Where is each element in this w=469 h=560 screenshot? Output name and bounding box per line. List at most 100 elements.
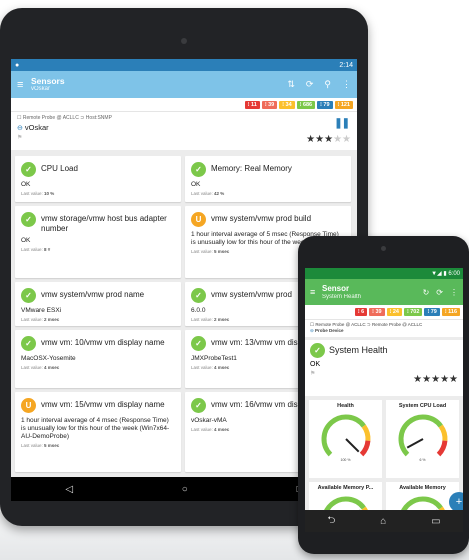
badge-count: 11 <box>251 102 257 108</box>
tablet-appbar-title: Sensors <box>31 75 65 86</box>
sensor-last-value: Last value: 10 % <box>21 191 175 196</box>
phone-appbar-title: Sensor <box>322 283 350 293</box>
phone-priority-stars[interactable]: ★★★★★ <box>413 374 458 385</box>
status-badge[interactable]: ⁝ 39 <box>369 308 385 316</box>
badge-count: 702 <box>410 309 420 315</box>
refresh-icon[interactable]: ⟳ <box>306 79 314 90</box>
star-filled-icon[interactable]: ★ <box>422 374 431 385</box>
phone-overflow-icon[interactable]: ⋮ <box>450 288 458 297</box>
ok-status-icon: ✓ <box>21 336 36 351</box>
last-value-label: Last value: <box>21 247 43 253</box>
gauge-value: 100 % <box>340 457 351 462</box>
status-badge[interactable]: ⁝ 11 <box>244 101 260 109</box>
phone-home-icon[interactable]: ⌂ <box>380 516 386 527</box>
last-value-label: Last value: <box>21 317 43 323</box>
device-name: vOskar <box>24 123 49 132</box>
overflow-menu-icon[interactable]: ⋮ <box>342 79 351 90</box>
phone-crumb-probe[interactable]: Remote Probe @ ACLLC <box>315 322 365 327</box>
phone-recents-icon[interactable]: ▭ <box>431 516 440 527</box>
sensor-last-value: Last value: 4 msec <box>21 365 175 370</box>
status-badge[interactable]: ⁝ 24 <box>386 308 402 316</box>
phone-camera <box>381 246 386 251</box>
phone-sensor-name-row: ✓ System Health <box>310 342 458 358</box>
gauge-dial <box>398 414 447 457</box>
sensor-card[interactable]: ✓ Memory: Real Memory OK Last value: 42 % <box>185 156 351 202</box>
sensor-last-value: Last value: 42 % <box>191 191 345 196</box>
gauge-card[interactable]: Health 100 % <box>309 399 382 478</box>
last-value: 4 msec <box>44 365 60 371</box>
gauge-card[interactable]: System CPU Load 6 % <box>386 399 459 478</box>
sensor-title: vmw vm: 10/vmw vm display name <box>41 338 165 347</box>
star-filled-icon[interactable]: ★ <box>324 134 333 145</box>
unusual-status-icon: U <box>21 398 36 413</box>
star-filled-icon[interactable]: ★ <box>440 374 449 385</box>
last-value: 2 msec <box>214 317 230 323</box>
phone-probe2-icon: ⊃ <box>366 322 371 327</box>
device-header: ☐ Remote Probe @ ACLLC ⊃ Host:SNMP ⊖ vOs… <box>11 111 357 150</box>
last-value-label: Last value: <box>191 317 213 323</box>
phone-nav-bar: ⮌ ⌂ ▭ <box>305 510 463 532</box>
sensor-card-header: Uvmw system/vmw prod build <box>191 212 345 227</box>
sensor-status: OK <box>21 181 31 188</box>
gauge-value: 6 % <box>419 457 426 462</box>
phone-back-icon[interactable]: ⮌ <box>327 513 335 530</box>
signal-icon: ▼◢ ▮ <box>431 271 449 277</box>
star-empty-icon[interactable]: ★ <box>342 134 351 145</box>
star-filled-icon[interactable]: ★ <box>413 374 422 385</box>
priority-stars[interactable]: ★★★★★ <box>306 134 351 145</box>
ok-status-icon: ✓ <box>191 288 206 303</box>
sensor-card[interactable]: ✓ CPU Load OK Last value: 10 % <box>15 156 181 202</box>
sensor-card[interactable]: ✓ vmw storage/vmw host bus adapter number… <box>15 206 181 278</box>
phone-crumb-probe2[interactable]: Remote Probe @ ACLLC <box>372 322 422 327</box>
status-badge[interactable]: ⁝ 6 <box>354 308 368 316</box>
menu-icon[interactable]: ≡ <box>17 79 31 91</box>
status-badge[interactable]: ⁝ 79 <box>424 308 440 316</box>
status-badge[interactable]: ⁝ 702 <box>403 308 423 316</box>
gauge-label: System CPU Load <box>398 402 447 409</box>
gauge-arc <box>398 414 443 457</box>
star-filled-icon[interactable]: ★ <box>306 134 315 145</box>
sensor-card[interactable]: ✓ vmw vm: 10/vmw vm display name MacOSX-Yo… <box>15 330 181 388</box>
star-filled-icon[interactable]: ★ <box>315 134 324 145</box>
phone-app-bar: ≡ Sensor System Health ↻ ⟳ ⋮ <box>305 279 463 305</box>
phone-history-icon[interactable]: ↻ <box>423 288 430 297</box>
fab-add-button[interactable]: + <box>449 492 463 512</box>
gauge-needle <box>406 437 423 449</box>
tablet-app-bar: ≡ Sensors vOskar ⇅ ⟳ ⚲ ⋮ <box>11 71 357 98</box>
host-icon: ⊃ <box>80 115 85 121</box>
back-icon[interactable]: ◁ <box>65 484 73 495</box>
ok-status-icon: ✓ <box>21 288 36 303</box>
sensor-card[interactable]: ✓ vmw system/vmw prod name VMware ESXi Last… <box>15 282 181 326</box>
sensor-title: CPU Load <box>41 164 78 173</box>
search-icon[interactable]: ⚲ <box>324 79 331 90</box>
notification-icon: ● <box>15 61 20 69</box>
breadcrumb-host[interactable]: Host:SNMP <box>86 115 112 121</box>
last-value: 5 msec <box>214 249 230 255</box>
phone-crumb-device[interactable]: Probe Device <box>315 328 344 333</box>
phone-probe-icon: ☐ <box>310 322 315 327</box>
phone-status-badges: ⁝ 6 ⁝ 39 ⁝ 24 ⁝ 702 ⁝ 79 ⁝ 116 <box>305 305 463 319</box>
gauge-arc <box>359 440 370 457</box>
gauge-needle <box>344 437 359 453</box>
star-filled-icon[interactable]: ★ <box>431 374 440 385</box>
star-empty-icon[interactable]: ★ <box>333 134 342 145</box>
flag-icon[interactable]: ⚑ <box>17 134 351 141</box>
last-value: 4 msec <box>214 427 230 433</box>
status-badge[interactable]: ⁝ 34 <box>279 101 295 109</box>
status-badge[interactable]: ⁝ 686 <box>296 101 316 109</box>
home-icon[interactable]: ○ <box>182 484 188 495</box>
star-filled-icon[interactable]: ★ <box>449 374 458 385</box>
status-badge[interactable]: ⁝ 116 <box>441 308 460 316</box>
sort-icon[interactable]: ⇅ <box>287 79 295 90</box>
breadcrumb-probe[interactable]: Remote Probe @ ACLLC <box>23 115 79 121</box>
tablet-status-time: 2:14 <box>339 61 353 69</box>
status-badge[interactable]: ⁝ 79 <box>317 101 333 109</box>
status-badge[interactable]: ⁝ 121 <box>334 101 353 109</box>
status-badge[interactable]: ⁝ 39 <box>261 101 278 109</box>
pause-icon[interactable]: ❚❚ <box>334 118 350 129</box>
last-value-label: Last value: <box>191 249 213 255</box>
sensor-card[interactable]: Uvmw vm: 15/vmw vm display name 1 hour in… <box>15 392 181 472</box>
phone-refresh-icon[interactable]: ⟳ <box>436 288 443 297</box>
sensor-last-value: Last value: 5 msec <box>21 443 175 448</box>
phone-menu-icon[interactable]: ≡ <box>310 287 322 297</box>
